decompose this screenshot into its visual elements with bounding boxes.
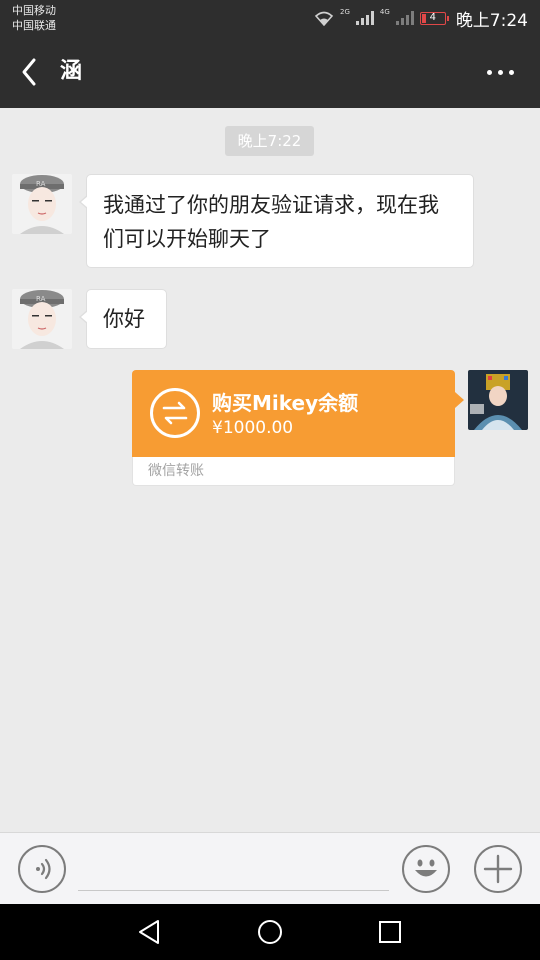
self-avatar[interactable] bbox=[468, 370, 528, 430]
transfer-amount: ¥1000.00 bbox=[212, 418, 294, 438]
input-bar bbox=[0, 832, 540, 904]
chevron-left-icon bbox=[22, 58, 36, 86]
voice-button[interactable] bbox=[18, 845, 66, 893]
contact-avatar[interactable]: RA bbox=[12, 289, 72, 349]
more-dots-icon bbox=[486, 69, 492, 75]
nav-back-button[interactable] bbox=[134, 916, 166, 948]
transfer-card-footer: 微信转账 bbox=[132, 457, 455, 486]
square-recent-icon bbox=[379, 921, 401, 943]
voice-icon bbox=[36, 858, 51, 880]
battery-level: 4 bbox=[429, 11, 436, 23]
status-time: 晚上7:24 bbox=[455, 10, 528, 31]
status-icons: 2G 4G 4 晚上7:24 bbox=[314, 6, 528, 31]
carrier-1: 中国移动 bbox=[12, 4, 56, 17]
contact-avatar-image: RA bbox=[12, 289, 72, 349]
message-input[interactable] bbox=[78, 851, 389, 891]
emoji-icon bbox=[415, 859, 437, 877]
chat-title: 涵 bbox=[60, 59, 83, 84]
status-bar: 中国移动 中国联通 2G 4G 4 晚上7:24 bbox=[0, 0, 540, 36]
chat-header: 涵 bbox=[0, 36, 540, 108]
svg-text:RA: RA bbox=[36, 295, 46, 303]
transfer-type-label: 微信转账 bbox=[148, 463, 204, 479]
incoming-message-bubble[interactable]: 我通过了你的朋友验证请求，现在我们可以开始聊天了 bbox=[79, 174, 474, 268]
system-nav-bar bbox=[0, 904, 540, 960]
plus-icon bbox=[483, 854, 513, 884]
transfer-card-header: 购买Mikey余额 ¥1000.00 bbox=[132, 370, 464, 457]
triangle-back-icon bbox=[139, 920, 159, 944]
network-type-1: 2G bbox=[340, 8, 350, 16]
self-avatar-image bbox=[468, 370, 528, 430]
transfer-card[interactable]: 购买Mikey余额 ¥1000.00 微信转账 bbox=[132, 370, 464, 486]
back-button[interactable] bbox=[14, 54, 50, 90]
contact-avatar-image: RA bbox=[12, 174, 72, 234]
battery-icon: 4 bbox=[419, 11, 449, 25]
signal-icon-2 bbox=[395, 11, 414, 25]
more-button[interactable] bbox=[480, 60, 520, 84]
nav-recent-button[interactable] bbox=[374, 916, 406, 948]
nav-home-button[interactable] bbox=[254, 916, 286, 948]
emoji-button[interactable] bbox=[402, 845, 450, 893]
contact-avatar[interactable]: RA bbox=[12, 174, 72, 234]
circle-home-icon bbox=[258, 920, 282, 944]
transfer-arrows-icon bbox=[150, 388, 200, 438]
carrier-names: 中国移动 中国联通 bbox=[12, 3, 56, 33]
carrier-2: 中国联通 bbox=[12, 19, 56, 32]
svg-text:RA: RA bbox=[36, 180, 46, 188]
message-text: 我通过了你的朋友验证请求，现在我们可以开始聊天了 bbox=[103, 193, 439, 251]
incoming-message-bubble[interactable]: 你好 bbox=[79, 289, 167, 349]
wifi-icon bbox=[314, 11, 334, 26]
transfer-title: 购买Mikey余额 bbox=[212, 391, 359, 415]
network-type-2: 4G bbox=[379, 8, 390, 16]
message-timestamp: 晚上7:22 bbox=[225, 126, 314, 156]
message-text: 你好 bbox=[103, 307, 145, 331]
signal-icon bbox=[355, 11, 374, 25]
more-functions-button[interactable] bbox=[474, 845, 522, 893]
